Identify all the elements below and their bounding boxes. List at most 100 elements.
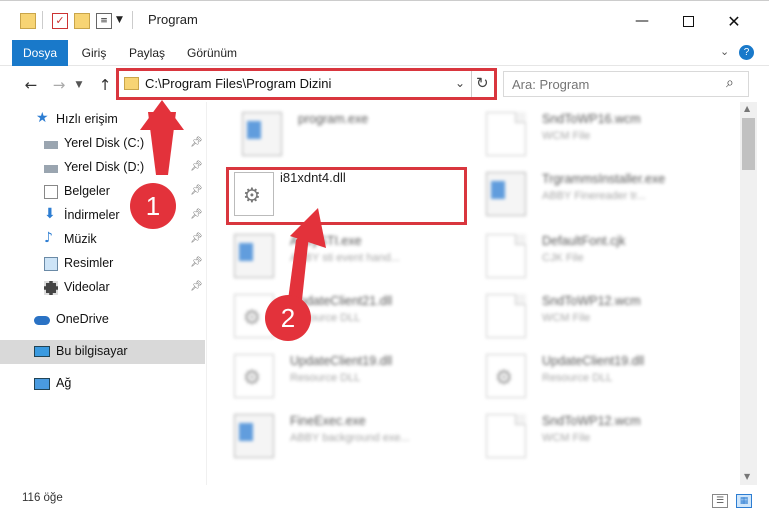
forward-button[interactable]: → xyxy=(48,74,70,96)
drive-icon xyxy=(44,141,58,149)
file-item[interactable]: UpdateClient19.dll Resource DLL xyxy=(212,348,452,404)
step-badge-1: 1 xyxy=(130,183,176,229)
chevron-down-icon[interactable]: ▼ xyxy=(116,15,123,25)
sidebar-item-quick-access[interactable]: ★ Hızlı erişim xyxy=(0,108,205,132)
file-item[interactable]: TrgrammsInstaller.exe ABBY Finereader tr… xyxy=(464,166,704,222)
file-item-target-dll[interactable]: i81xdnt4.dll xyxy=(212,166,452,222)
sidebar-item-disk-c[interactable]: Yerel Disk (C:) 📌︎ xyxy=(0,132,205,156)
arrow-right-icon: → xyxy=(52,76,66,94)
tab-gorunum[interactable]: Görünüm xyxy=(180,40,244,66)
file-item[interactable]: AbbySTI.exe ABBY sti event hand... xyxy=(212,228,452,284)
document-icon xyxy=(486,234,526,278)
file-name: program.exe xyxy=(298,112,369,126)
file-name: i81xdnt4.dll xyxy=(280,170,346,185)
ribbon: Dosya Giriş Paylaş Görünüm ⌄ ? xyxy=(0,40,769,66)
pin-icon[interactable]: 📌︎ xyxy=(190,233,203,244)
file-item[interactable]: SndToWP12.wcm WCM File xyxy=(464,408,704,464)
chevron-down-icon: ▼ xyxy=(75,80,83,90)
recent-locations-button[interactable]: ▼ xyxy=(72,74,86,96)
search-box[interactable]: ⌕ xyxy=(503,71,749,97)
address-path[interactable]: C:\Program Files\Program Dizini xyxy=(145,76,331,91)
arrow-left-icon: ← xyxy=(24,76,38,94)
app-icon xyxy=(234,414,274,458)
tab-giris[interactable]: Giriş xyxy=(72,40,116,66)
sidebar-item-label: Bu bilgisayar xyxy=(56,344,128,358)
file-name: FineExec.exe xyxy=(290,414,366,428)
help-icon[interactable]: ? xyxy=(739,45,754,60)
sidebar-item-videos[interactable]: Videolar 📌︎ xyxy=(0,276,205,300)
file-description: ABBY Finereader tr... xyxy=(542,190,646,202)
expand-ribbon-icon[interactable]: ⌄ xyxy=(720,45,729,58)
sidebar-item-pictures[interactable]: Resimler 📌︎ xyxy=(0,252,205,276)
sidebar-item-label: Ağ xyxy=(56,376,72,390)
file-description: ABBY sti event hand... xyxy=(290,252,400,264)
app-icon xyxy=(242,112,282,156)
sidebar-item-label: Yerel Disk (D:) xyxy=(64,160,145,174)
file-name: TrgrammsInstaller.exe xyxy=(542,172,666,186)
file-item[interactable]: program.exe xyxy=(220,106,460,162)
tiles-view-icon[interactable]: ▦ xyxy=(736,494,752,508)
file-item[interactable]: UpdateClient21.dll Resource DLL xyxy=(212,288,452,344)
close-button[interactable]: ✕ xyxy=(711,7,757,35)
pin-icon[interactable]: 📌︎ xyxy=(190,257,203,268)
file-item[interactable]: DefaultFont.cjk CJK File xyxy=(464,228,704,284)
pin-icon[interactable]: 📌︎ xyxy=(190,161,203,172)
file-name: SndToWP12.wcm xyxy=(542,294,641,308)
pin-icon[interactable]: 📌︎ xyxy=(190,209,203,220)
gear-file-icon xyxy=(234,172,274,216)
network-icon xyxy=(34,378,50,390)
details-view-icon[interactable]: ☰ xyxy=(712,494,728,508)
download-icon: ⬇ xyxy=(44,206,56,222)
scrollbar-thumb[interactable] xyxy=(742,118,755,170)
sidebar-item-disk-d[interactable]: Yerel Disk (D:) 📌︎ xyxy=(0,156,205,180)
window-title: Program xyxy=(148,12,198,27)
sidebar-item-onedrive[interactable]: OneDrive xyxy=(0,308,205,332)
file-name: DefaultFont.cjk xyxy=(542,234,626,248)
file-item[interactable]: SndToWP16.wcm WCM File xyxy=(464,106,704,162)
file-list: program.exe SndToWP16.wcm WCM File i81xd… xyxy=(208,102,740,485)
sidebar-item-this-pc[interactable]: Bu bilgisayar xyxy=(0,340,205,364)
tab-dosya[interactable]: Dosya xyxy=(12,40,68,66)
divider xyxy=(132,11,133,29)
search-input[interactable] xyxy=(512,76,712,92)
sidebar-item-music[interactable]: ♪ Müzik 📌︎ xyxy=(0,228,205,252)
scroll-up-icon[interactable]: ▲ xyxy=(744,104,750,113)
search-icon[interactable]: ⌕ xyxy=(726,75,734,91)
pane-divider xyxy=(206,102,207,485)
file-name: SndToWP16.wcm xyxy=(542,112,641,126)
sidebar-item-network[interactable]: Ağ xyxy=(0,372,205,396)
new-folder-icon[interactable] xyxy=(74,13,90,29)
step-badge-2: 2 xyxy=(265,295,311,341)
maximize-icon xyxy=(682,15,694,27)
back-button[interactable]: ← xyxy=(20,74,42,96)
sidebar-item-label: Videolar xyxy=(64,280,110,294)
file-item[interactable]: SndToWP12.wcm WCM File xyxy=(464,288,704,344)
maximize-button[interactable] xyxy=(665,7,711,35)
gear-file-icon xyxy=(234,354,274,398)
drive-icon xyxy=(44,165,58,173)
view-icon[interactable]: ≡ xyxy=(96,13,112,29)
address-bar[interactable]: C:\Program Files\Program Dizini ⌄ ↻ xyxy=(118,70,496,98)
tab-paylas[interactable]: Paylaş xyxy=(122,40,172,66)
file-item[interactable]: FineExec.exe ABBY background exe... xyxy=(212,408,452,464)
sidebar-item-label: Müzik xyxy=(64,232,97,246)
minimize-button[interactable]: — xyxy=(619,7,665,35)
sidebar-item-label: Belgeler xyxy=(64,184,110,198)
file-name: UpdateClient19.dll xyxy=(290,354,393,368)
sidebar-item-label: Resimler xyxy=(64,256,114,270)
refresh-icon[interactable]: ↻ xyxy=(476,74,489,92)
scroll-down-icon[interactable]: ▼ xyxy=(744,472,750,481)
minimize-icon: — xyxy=(635,13,649,29)
up-button[interactable]: ↑ xyxy=(94,74,116,96)
vertical-scrollbar[interactable]: ▲ ▼ xyxy=(740,102,757,485)
title-bar: ✓ ≡ ▼ Program — ✕ xyxy=(0,0,769,40)
app-icon xyxy=(486,172,526,216)
pin-icon[interactable]: 📌︎ xyxy=(190,185,203,196)
computer-icon xyxy=(34,346,50,357)
properties-icon[interactable]: ✓ xyxy=(52,13,68,29)
chevron-down-icon[interactable]: ⌄ xyxy=(455,76,465,90)
pin-icon[interactable]: 📌︎ xyxy=(190,281,203,292)
close-icon: ✕ xyxy=(727,11,741,31)
pin-icon[interactable]: 📌︎ xyxy=(190,137,203,148)
file-item[interactable]: UpdateClient19.dll Resource DLL xyxy=(464,348,704,404)
